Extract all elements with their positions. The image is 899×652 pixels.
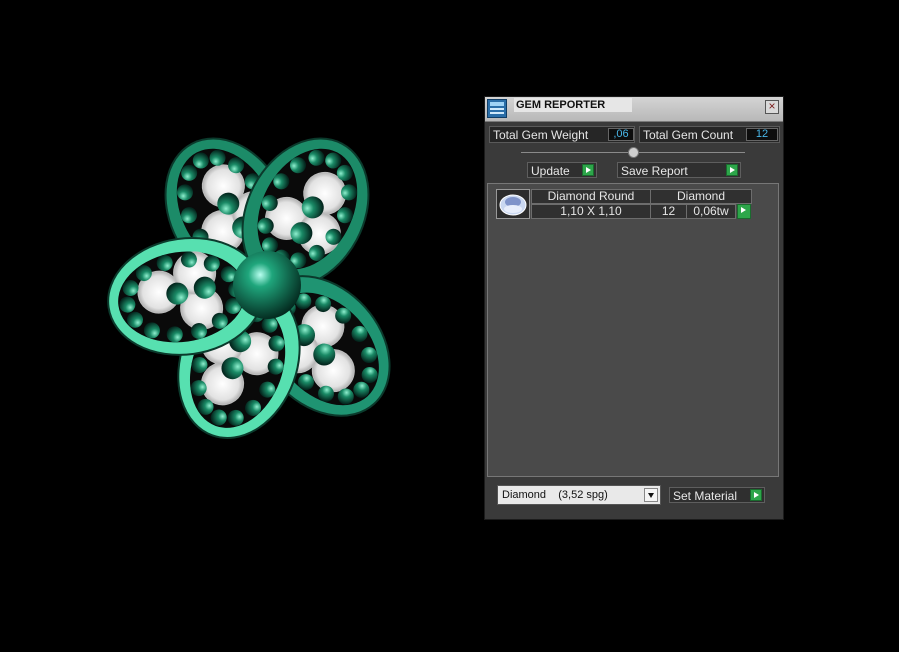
center-sphere <box>233 251 301 319</box>
total-gem-count-field: Total Gem Count 12 <box>639 126 780 143</box>
play-arrow-icon <box>582 164 594 176</box>
update-button[interactable]: Update <box>527 162 597 178</box>
play-arrow-icon <box>726 164 738 176</box>
row-action-arrow-icon[interactable] <box>737 204 751 219</box>
slider-handle[interactable] <box>628 147 639 158</box>
total-gem-count-value: 12 <box>746 128 778 141</box>
total-gem-weight-label: Total Gem Weight <box>493 128 589 142</box>
total-gem-count-label: Total Gem Count <box>643 128 734 142</box>
table-cell-weight: 0,06tw <box>686 204 736 219</box>
total-gem-weight-value: ,06 <box>608 128 634 141</box>
panel-title: GEM REPORTER <box>514 98 632 112</box>
title-bar[interactable]: GEM REPORTER × <box>485 97 783 122</box>
table-header: Diamond <box>650 189 752 204</box>
diamond-round-thumbnail-icon[interactable] <box>496 189 530 219</box>
gem-list[interactable]: Diamond Round Diamond 1,10 X 1,10 12 0,0… <box>487 183 779 477</box>
table-header: Diamond Round <box>531 189 651 204</box>
gem-reporter-panel: GEM REPORTER × Total Gem Weight ,06 Tota… <box>484 96 784 520</box>
table-cell-count: 12 <box>650 204 687 219</box>
material-select[interactable]: Diamond (3,52 spg) <box>497 485 661 505</box>
gem-report-icon <box>487 99 507 118</box>
save-report-label: Save Report <box>621 164 688 178</box>
update-label: Update <box>531 164 570 178</box>
close-icon[interactable]: × <box>765 100 779 114</box>
chevron-down-icon[interactable] <box>644 488 658 502</box>
total-gem-weight-field: Total Gem Weight ,06 <box>489 126 635 143</box>
set-material-label: Set Material <box>673 489 738 503</box>
flower-jewelry-model[interactable] <box>0 0 480 647</box>
set-material-button[interactable]: Set Material <box>669 487 765 503</box>
material-select-value: Diamond (3,52 spg) <box>502 489 608 501</box>
save-report-button[interactable]: Save Report <box>617 162 741 178</box>
table-cell-size: 1,10 X 1,10 <box>531 204 651 219</box>
play-arrow-icon <box>750 489 762 501</box>
3d-viewport[interactable] <box>0 0 480 647</box>
